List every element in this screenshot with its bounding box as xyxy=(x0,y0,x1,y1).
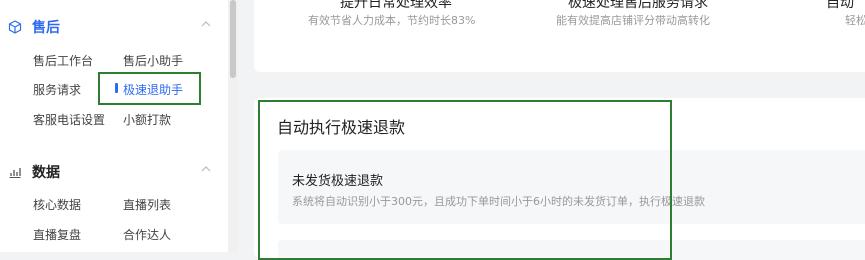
sidebar-item-live-review[interactable]: 直播复盘 xyxy=(33,226,81,243)
highlight-box xyxy=(98,72,201,105)
feature-desc: 轻松 xyxy=(845,14,865,27)
sidebar-item-cs-phone-settings[interactable]: 客服电话设置 xyxy=(33,111,105,128)
feature-desc: 能有效提高店铺评分带动高转化 xyxy=(556,14,710,27)
sidebar-item-aftersales-assistant[interactable]: 售后小助手 xyxy=(123,52,183,69)
sidebar-group-label: 售后 xyxy=(32,20,60,36)
sidebar: 售后 售后工作台 售后小助手 服务请求 极速退助手 客服电话设置 小额打款 数据… xyxy=(0,0,228,252)
highlight-box xyxy=(258,100,672,260)
sidebar-item-small-payment[interactable]: 小额打款 xyxy=(123,111,171,128)
sidebar-group-data[interactable]: 数据 xyxy=(8,161,218,183)
feature-desc: 有效节省人力成本，节约时长83% xyxy=(308,14,476,27)
chevron-up-icon[interactable] xyxy=(200,18,212,30)
sidebar-item-partner-creators[interactable]: 合作达人 xyxy=(123,226,171,243)
sidebar-item-live-list[interactable]: 直播列表 xyxy=(123,196,171,213)
sidebar-item-core-data[interactable]: 核心数据 xyxy=(33,196,81,213)
chart-icon xyxy=(9,168,21,178)
sidebar-group-aftersales[interactable]: 售后 xyxy=(8,16,218,38)
active-indicator xyxy=(115,83,118,93)
sidebar-group-label: 数据 xyxy=(32,165,60,181)
feature-title: 自动 xyxy=(826,0,854,11)
sidebar-item-aftersales-workbench[interactable]: 售后工作台 xyxy=(33,52,93,69)
cube-icon xyxy=(8,20,22,34)
feature-title: 提升日常处理效率 xyxy=(340,0,452,11)
sidebar-item-service-requests[interactable]: 服务请求 xyxy=(33,81,81,98)
feature-title: 极速处理售后服务请求 xyxy=(568,0,708,11)
scrollbar-thumb[interactable] xyxy=(230,0,236,78)
chevron-up-icon[interactable] xyxy=(200,163,212,175)
